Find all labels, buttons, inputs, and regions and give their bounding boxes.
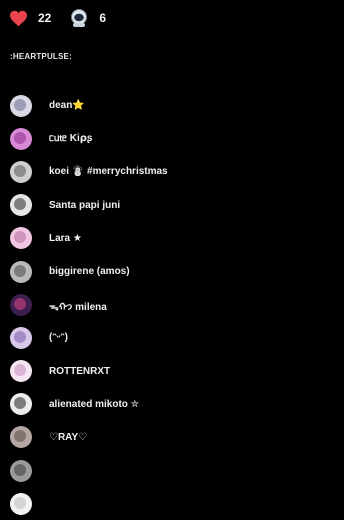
username: ᯓᡣ𐭩 milena — [49, 302, 107, 314]
avatar-shade — [14, 264, 26, 277]
avatar-shade — [14, 297, 26, 310]
avatar-shade — [14, 131, 26, 144]
heart-icon — [8, 8, 28, 28]
reactions-bar: 22 6 — [8, 6, 124, 30]
reacted-users-list: dean⭐ ᥴᥙ𝗍ᥱ Ki⍴ʂ koei ☃️ #merrychristmas … — [0, 89, 344, 520]
avatar-shade — [14, 164, 26, 177]
reaction-section-title: :HEARTPULSE: — [10, 52, 72, 61]
username: alienated mikoto ✮ — [49, 398, 140, 410]
avatar-shade — [14, 364, 26, 377]
avatar — [10, 426, 32, 449]
user-row[interactable]: ROTTENRXT — [0, 355, 344, 388]
avatar-shade — [14, 463, 26, 476]
avatar — [10, 459, 32, 482]
avatar-shade — [14, 430, 26, 443]
avatar — [10, 492, 32, 515]
avatar — [10, 194, 32, 217]
username: Santa papi juni — [49, 199, 121, 211]
reaction-heart[interactable]: 22 — [8, 6, 51, 30]
avatar — [10, 160, 32, 183]
avatar — [10, 393, 32, 416]
user-row[interactable]: Santa papi juni — [0, 189, 344, 222]
username: koei ☃️ #merrychristmas — [49, 166, 168, 178]
avatar — [10, 260, 32, 283]
user-row[interactable]: (ᵔᵕᵔ) — [0, 321, 344, 354]
avatar-shade — [14, 330, 26, 343]
avatar-shade — [14, 98, 26, 111]
avatar-shade — [14, 397, 26, 410]
avatar — [10, 326, 32, 349]
astronaut-count: 6 — [99, 11, 107, 25]
user-row[interactable] — [0, 487, 344, 520]
user-row[interactable]: biggirene (amos) — [0, 255, 344, 288]
avatar — [10, 227, 32, 250]
avatar — [10, 293, 32, 316]
username: ᥴᥙ𝗍ᥱ Ki⍴ʂ — [49, 133, 93, 145]
user-row[interactable]: ᥴᥙ𝗍ᥱ Ki⍴ʂ — [0, 122, 344, 155]
username: ♡RAY♡ — [49, 431, 88, 443]
avatar-shade — [14, 496, 26, 509]
username: Lara ★ — [49, 232, 82, 244]
username: (ᵔᵕᵔ) — [49, 332, 68, 344]
avatar — [10, 127, 32, 150]
avatar — [10, 360, 32, 383]
astronaut-emoji-icon — [69, 8, 89, 28]
user-row[interactable]: Lara ★ — [0, 222, 344, 255]
heart-count: 22 — [38, 11, 52, 25]
reaction-astronaut[interactable]: 6 — [69, 6, 106, 30]
username: dean⭐ — [49, 100, 85, 112]
heart-icon-shape — [9, 10, 27, 26]
user-row[interactable]: koei ☃️ #merrychristmas — [0, 155, 344, 188]
user-row[interactable]: alienated mikoto ✮ — [0, 388, 344, 421]
user-row[interactable] — [0, 454, 344, 487]
avatar-shade — [14, 231, 26, 244]
username: ROTTENRXT — [49, 365, 111, 377]
user-row[interactable]: dean⭐ — [0, 89, 344, 122]
avatar — [10, 94, 32, 117]
user-row[interactable]: ᯓᡣ𐭩 milena — [0, 288, 344, 321]
user-row[interactable]: ♡RAY♡ — [0, 421, 344, 454]
avatar-shade — [14, 198, 26, 211]
username: biggirene (amos) — [49, 266, 130, 278]
